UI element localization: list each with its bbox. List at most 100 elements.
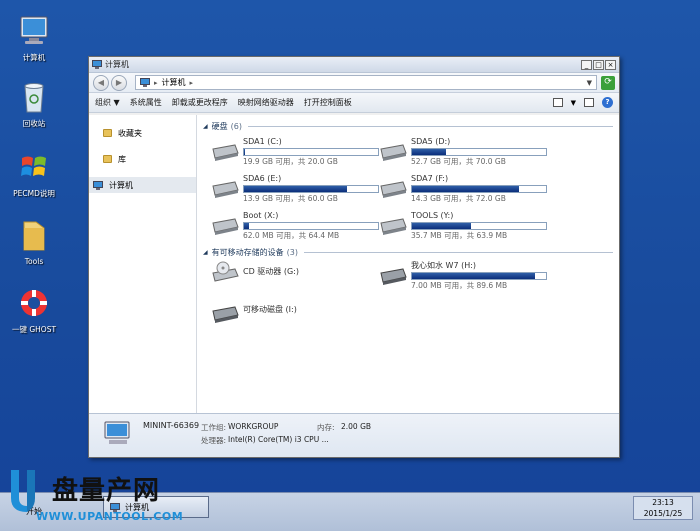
library-icon: [103, 155, 112, 163]
workgroup-label: 工作组:: [201, 423, 227, 432]
drive-item[interactable]: SDA1 (C:) 19.9 GB 可用，共 20.0 GB: [211, 137, 379, 167]
drive-item[interactable]: SDA5 (D:) 52.7 GB 可用，共 70.0 GB: [379, 137, 547, 167]
breadcrumb-computer[interactable]: 计算机: [162, 77, 186, 88]
address-bar[interactable]: ▸ 计算机 ▸ ▼: [135, 75, 597, 90]
breadcrumb-chevron-icon[interactable]: ▸: [190, 79, 194, 87]
command-bar: 组织 ▼ 系统属性 卸载或更改程序 映射网络驱动器 打开控制面板 ▼ ?: [89, 93, 619, 113]
drive-name: TOOLS (Y:): [411, 211, 454, 220]
uninstall-program-button[interactable]: 卸载或更改程序: [172, 97, 228, 108]
drive-item[interactable]: TOOLS (Y:) 35.7 MB 可用，共 63.9 MB: [379, 211, 547, 241]
breadcrumb-separator-icon[interactable]: ▸: [154, 79, 158, 87]
nav-item-computer[interactable]: 计算机: [89, 177, 196, 193]
cpu-value: Intel(R) Core(TM) i3 CPU ...: [228, 435, 329, 444]
drive-usage-bar: [243, 148, 379, 156]
desktop-icon-computer[interactable]: 计算机: [6, 14, 62, 63]
drive-item[interactable]: SDA6 (E:) 13.9 GB 可用，共 60.0 GB: [211, 174, 379, 204]
nav-item-label: 收藏夹: [118, 128, 142, 138]
open-control-panel-button[interactable]: 打开控制面板: [304, 97, 352, 108]
drive-usage-bar: [411, 272, 547, 280]
clock-time: 23:13: [652, 498, 674, 507]
drive-name: SDA6 (E:): [243, 174, 282, 183]
window-title: 计算机: [105, 60, 129, 69]
drive-item-usb[interactable]: 我心如水 W7 (H:) 7.00 MB 可用，共 89.6 MB: [379, 261, 547, 291]
computer-icon: [20, 16, 48, 44]
recycle-bin-icon: [24, 83, 44, 113]
hard-drive-icon: [380, 144, 407, 161]
pc-name: MININT-66369: [143, 421, 200, 430]
drive-size: 14.3 GB 可用，共 72.0 GB: [411, 194, 506, 203]
desktop-icon-label: Tools: [24, 257, 44, 266]
navigation-pane: 收藏夹 库 计算机: [89, 115, 197, 413]
drive-size: 7.00 MB 可用，共 89.6 MB: [411, 281, 508, 290]
memory-label: 内存:: [317, 423, 335, 432]
address-bar-row: ◀ ▶ ▸ 计算机 ▸ ▼ ⟳: [89, 73, 619, 93]
watermark-url: WWW.UPANTOOL.COM: [36, 510, 184, 523]
drive-name: SDA1 (C:): [243, 137, 282, 146]
workgroup-value: WORKGROUP: [228, 422, 279, 431]
drive-item[interactable]: Boot (X:) 62.0 MB 可用，共 64.4 MB: [211, 211, 379, 241]
details-pane: MININT-66369 工作组: WORKGROUP 内存: 2.00 GB …: [89, 413, 619, 457]
drive-name: SDA7 (F:): [411, 174, 449, 183]
desktop-icon-recycle-bin[interactable]: 回收站: [6, 80, 62, 129]
nav-item-label: 库: [118, 154, 126, 164]
star-folder-icon: [103, 129, 112, 137]
collapse-icon[interactable]: ◢: [203, 249, 208, 256]
organize-menu[interactable]: 组织 ▼: [95, 97, 120, 108]
drive-usage-bar: [411, 222, 547, 230]
drive-size: 52.7 GB 可用，共 70.0 GB: [411, 157, 506, 166]
window-titlebar[interactable]: 计算机 _ □ ×: [89, 57, 619, 73]
nav-item-libraries[interactable]: 库: [89, 151, 196, 167]
desktop-icon-tools[interactable]: Tools: [6, 218, 62, 267]
nav-item-favorites[interactable]: 收藏夹: [89, 125, 196, 141]
site-watermark: 盘量产网 WWW.UPANTOOL.COM: [8, 466, 183, 530]
hard-drive-icon: [380, 181, 407, 198]
content-pane: ◢ 硬盘 (6) SDA1 (C:) 19.9 GB 可用，共 20.0 GB: [197, 115, 619, 413]
drive-item-removable-disk[interactable]: 可移动磁盘 (I:): [211, 299, 379, 323]
hard-drive-icon: [212, 218, 239, 235]
cd-drive-icon: [212, 261, 239, 282]
drive-name: CD 驱动器 (G:): [243, 267, 299, 276]
map-network-drive-button[interactable]: 映射网络驱动器: [238, 97, 294, 108]
drive-item-cd[interactable]: CD 驱动器 (G:): [211, 261, 379, 283]
desktop-icon-pecmd[interactable]: PECMD说明: [6, 150, 62, 199]
drive-name: 可移动磁盘 (I:): [243, 305, 297, 314]
back-button[interactable]: ◀: [93, 74, 109, 91]
group-count: (6): [230, 121, 242, 131]
maximize-button[interactable]: □: [593, 59, 604, 70]
windows-logo-icon: [21, 156, 46, 176]
preview-pane-icon[interactable]: [584, 98, 594, 107]
drive-size: 62.0 MB 可用，共 64.4 MB: [243, 231, 340, 240]
drive-usage-bar: [243, 222, 379, 230]
drive-size: 13.9 GB 可用，共 60.0 GB: [243, 194, 338, 203]
hard-drive-icon: [380, 218, 407, 235]
help-icon[interactable]: ?: [602, 97, 613, 108]
address-dropdown-icon[interactable]: ▼: [587, 79, 592, 87]
collapse-icon[interactable]: ◢: [203, 123, 208, 130]
drive-item[interactable]: SDA7 (F:) 14.3 GB 可用，共 72.0 GB: [379, 174, 547, 204]
system-properties-button[interactable]: 系统属性: [130, 97, 162, 108]
group-count: (3): [286, 247, 298, 257]
desktop-icon-ghost[interactable]: 一键 GHOST: [6, 286, 62, 335]
group-header-removable[interactable]: ◢ 有可移动存储的设备 (3): [203, 245, 619, 259]
drive-usage-bar: [411, 185, 547, 193]
desktop: 计算机 回收站 PECMD说明 Tools 一键 GHOST 计算机 _ □ ×…: [0, 0, 700, 531]
view-dropdown-icon[interactable]: ▼: [571, 99, 576, 107]
desktop-icon-label: 计算机: [22, 53, 46, 62]
group-title: 硬盘: [211, 121, 228, 131]
close-button[interactable]: ×: [605, 59, 616, 70]
ghost-lifebuoy-icon: [21, 290, 47, 316]
view-options-icon[interactable]: [552, 98, 563, 107]
drive-usage-bar: [411, 148, 547, 156]
drive-size: 35.7 MB 可用，共 63.9 MB: [411, 231, 508, 240]
drive-name: SDA5 (D:): [411, 137, 451, 146]
system-clock[interactable]: 23:13 2015/1/25: [633, 496, 693, 520]
group-header-hard-disks[interactable]: ◢ 硬盘 (6): [203, 119, 619, 133]
hard-drive-icon: [212, 181, 239, 198]
refresh-button[interactable]: ⟳: [601, 75, 615, 90]
forward-button[interactable]: ▶: [111, 74, 127, 91]
minimize-button[interactable]: _: [581, 59, 592, 70]
memory-value: 2.00 GB: [341, 422, 372, 431]
computer-icon: [93, 180, 103, 190]
explorer-window: 计算机 _ □ × ◀ ▶ ▸ 计算机 ▸ ▼ ⟳ 组织 ▼ 系统属性 卸载或更…: [88, 56, 620, 458]
computer-icon: [104, 421, 130, 444]
